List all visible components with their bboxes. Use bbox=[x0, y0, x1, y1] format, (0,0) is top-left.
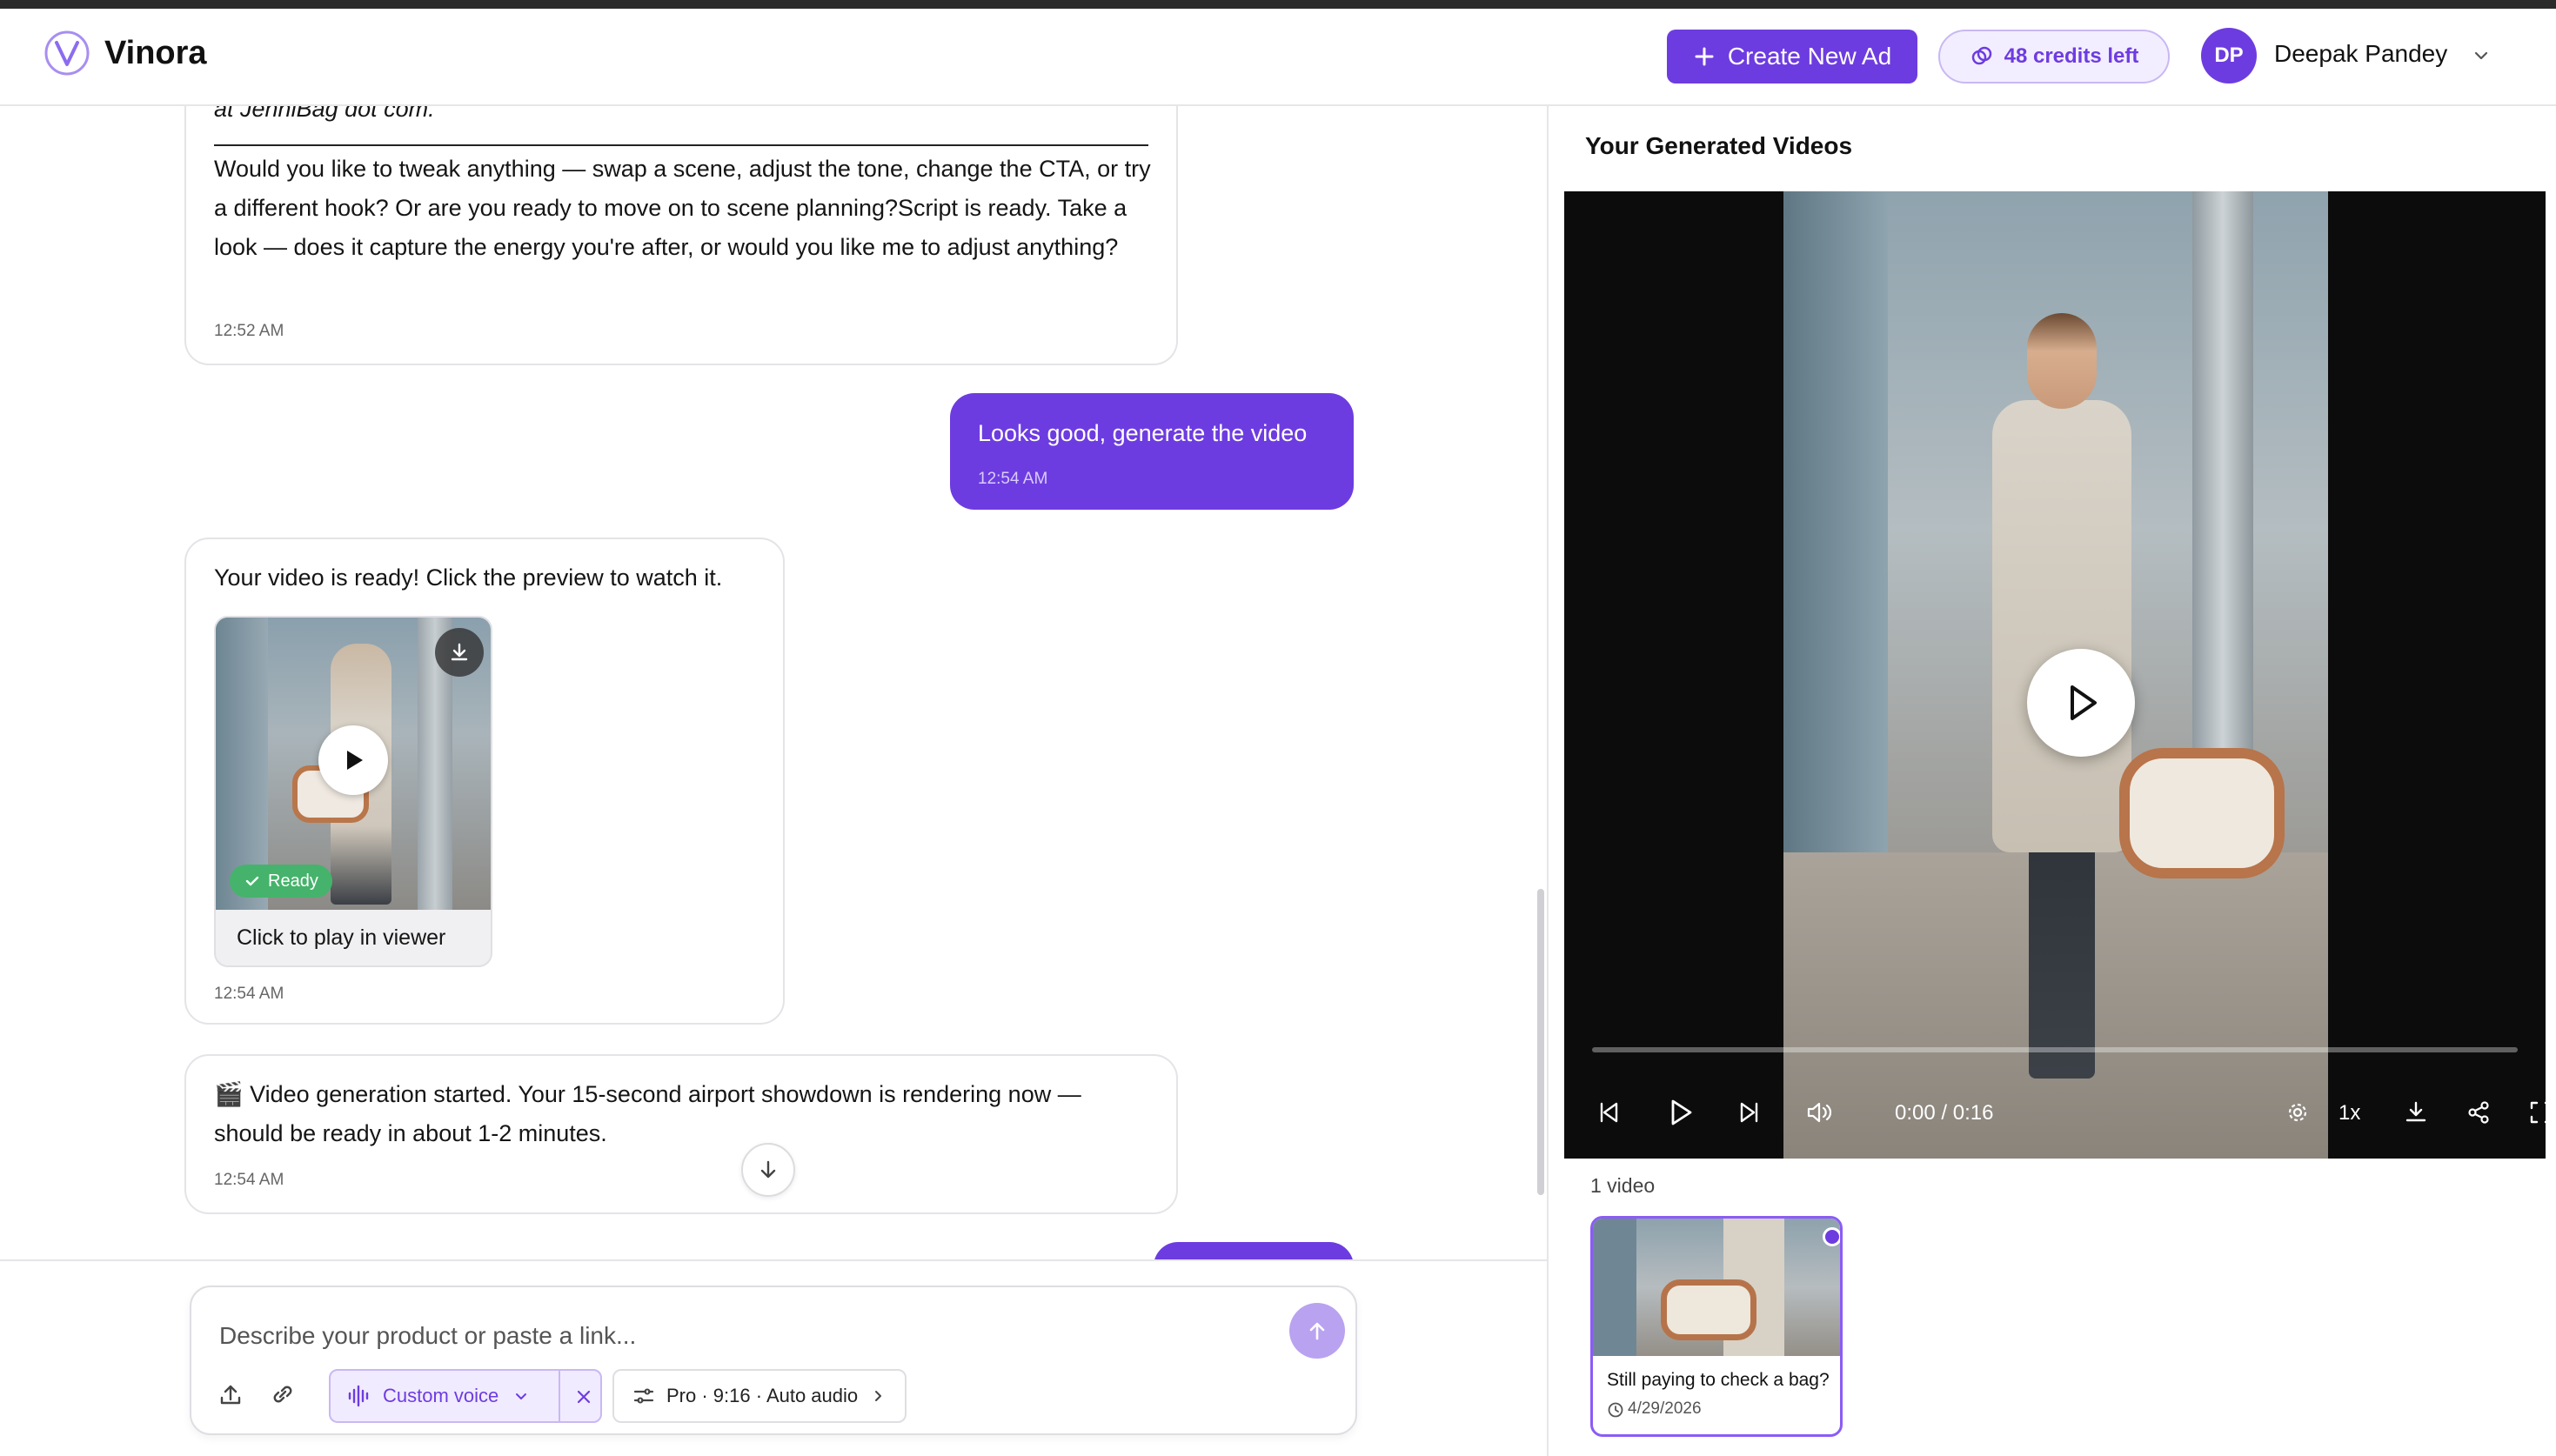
generation-settings-button[interactable]: Pro · 9:16 · Auto audio bbox=[612, 1369, 907, 1423]
assistant-message: at JenniBag dot com.” Would you like to … bbox=[184, 106, 1178, 365]
credits-label: 48 credits left bbox=[2004, 44, 2139, 68]
prompt-input[interactable]: Describe your product or paste a link... bbox=[219, 1322, 636, 1350]
scroll-to-bottom-button[interactable] bbox=[741, 1143, 795, 1197]
chat-thread[interactable]: at JenniBag dot com.” Would you like to … bbox=[0, 106, 1547, 1259]
user-message: Looks good, generate the video 12:54 AM bbox=[950, 393, 1354, 510]
video-card-title: Still paying to check a bag? bbox=[1607, 1370, 1830, 1390]
message-time: 12:52 AM bbox=[214, 322, 284, 340]
download-icon[interactable] bbox=[2396, 1092, 2436, 1132]
chevron-down-icon[interactable] bbox=[2471, 45, 2492, 66]
panel-title: Your Generated Videos bbox=[1585, 132, 1853, 159]
arrow-down-icon bbox=[760, 1160, 776, 1179]
sliders-icon bbox=[633, 1388, 654, 1404]
video-count: 1 video bbox=[1590, 1174, 1656, 1197]
playback-speed[interactable]: 1x bbox=[2339, 1101, 2360, 1125]
player-controls: 0:00 / 0:16 1x bbox=[1564, 1082, 2546, 1143]
credits-badge[interactable]: 48 credits left bbox=[1938, 30, 2170, 83]
volume-icon[interactable] bbox=[1799, 1092, 1839, 1132]
clock-icon bbox=[1608, 1402, 1623, 1418]
user-name[interactable]: Deepak Pandey bbox=[2274, 40, 2447, 68]
app-header: Vinora Create New Ad 48 credits left DP … bbox=[0, 9, 2556, 106]
user-message-partial bbox=[1154, 1242, 1354, 1259]
video-timecode: 0:00 / 0:16 bbox=[1895, 1101, 1994, 1125]
coins-icon bbox=[1971, 46, 1991, 65]
create-new-ad-label: Create New Ad bbox=[1727, 43, 1892, 70]
video-progress-bar[interactable] bbox=[1592, 1047, 2518, 1052]
fullscreen-icon[interactable] bbox=[2521, 1092, 2546, 1132]
video-preview-thumbnail[interactable]: Ready Click to play in viewer bbox=[214, 616, 492, 967]
video-card[interactable]: Still paying to check a bag? 4/29/2026 bbox=[1590, 1216, 1843, 1437]
skip-forward-icon[interactable] bbox=[1730, 1092, 1770, 1132]
assistant-message: Your video is ready! Click the preview t… bbox=[184, 538, 785, 1025]
assistant-message: 🎬 Video generation started. Your 15-seco… bbox=[184, 1054, 1178, 1214]
selected-indicator bbox=[1823, 1227, 1840, 1246]
generated-videos-panel: Your Generated Videos 0:00 / 0:16 1x 1 v… bbox=[1547, 106, 2556, 1456]
message-text: Your video is ready! Click the preview t… bbox=[214, 564, 723, 591]
share-icon[interactable] bbox=[2459, 1092, 2499, 1132]
message-text: Looks good, generate the video bbox=[978, 420, 1308, 446]
generation-settings-label: Pro · 9:16 · Auto audio bbox=[666, 1385, 859, 1406]
skip-back-icon[interactable] bbox=[1589, 1092, 1629, 1132]
send-button[interactable] bbox=[1289, 1303, 1345, 1359]
play-icon[interactable] bbox=[2027, 649, 2135, 757]
voice-selector[interactable]: Custom voice bbox=[329, 1369, 602, 1423]
status-badge: Ready bbox=[230, 865, 332, 898]
link-icon[interactable] bbox=[268, 1379, 298, 1409]
close-icon[interactable] bbox=[574, 1387, 593, 1406]
upload-icon[interactable] bbox=[216, 1379, 245, 1409]
arrow-up-icon bbox=[1309, 1322, 1325, 1340]
video-player[interactable]: 0:00 / 0:16 1x bbox=[1564, 191, 2546, 1159]
vinora-logo-icon[interactable] bbox=[43, 30, 90, 77]
plus-icon bbox=[1695, 47, 1714, 66]
message-text: Would you like to tweak anything — swap … bbox=[214, 156, 1151, 260]
video-card-date: 4/29/2026 bbox=[1628, 1399, 1702, 1418]
chevron-down-icon bbox=[516, 1393, 527, 1399]
create-new-ad-button[interactable]: Create New Ad bbox=[1667, 30, 1917, 83]
voice-selector-label: Custom voice bbox=[383, 1385, 499, 1406]
composer: Describe your product or paste a link...… bbox=[190, 1286, 1357, 1435]
thumbnail-caption: Click to play in viewer bbox=[237, 925, 446, 950]
download-icon[interactable] bbox=[435, 628, 484, 677]
script-quote-tail: at JenniBag dot com.” bbox=[214, 106, 443, 122]
chat-scrollbar[interactable] bbox=[1537, 889, 1544, 1195]
divider bbox=[214, 144, 1148, 146]
composer-area: Describe your product or paste a link...… bbox=[0, 1259, 1547, 1456]
settings-gear-icon[interactable] bbox=[2278, 1092, 2318, 1132]
user-avatar[interactable]: DP bbox=[2201, 28, 2257, 83]
play-icon[interactable] bbox=[318, 725, 388, 795]
play-icon[interactable] bbox=[1660, 1092, 1700, 1132]
chevron-right-icon bbox=[875, 1391, 882, 1401]
brand-name[interactable]: Vinora bbox=[104, 35, 207, 72]
message-time: 12:54 AM bbox=[978, 470, 1048, 488]
status-badge-label: Ready bbox=[268, 871, 318, 891]
window-top-strip bbox=[0, 0, 2556, 9]
message-text: 🎬 Video generation started. Your 15-seco… bbox=[214, 1081, 1081, 1146]
check-icon bbox=[245, 876, 259, 886]
video-card-thumbnail bbox=[1593, 1219, 1840, 1356]
audio-wave-icon bbox=[348, 1385, 369, 1407]
message-time: 12:54 AM bbox=[214, 985, 284, 1003]
message-time: 12:54 AM bbox=[214, 1171, 284, 1189]
